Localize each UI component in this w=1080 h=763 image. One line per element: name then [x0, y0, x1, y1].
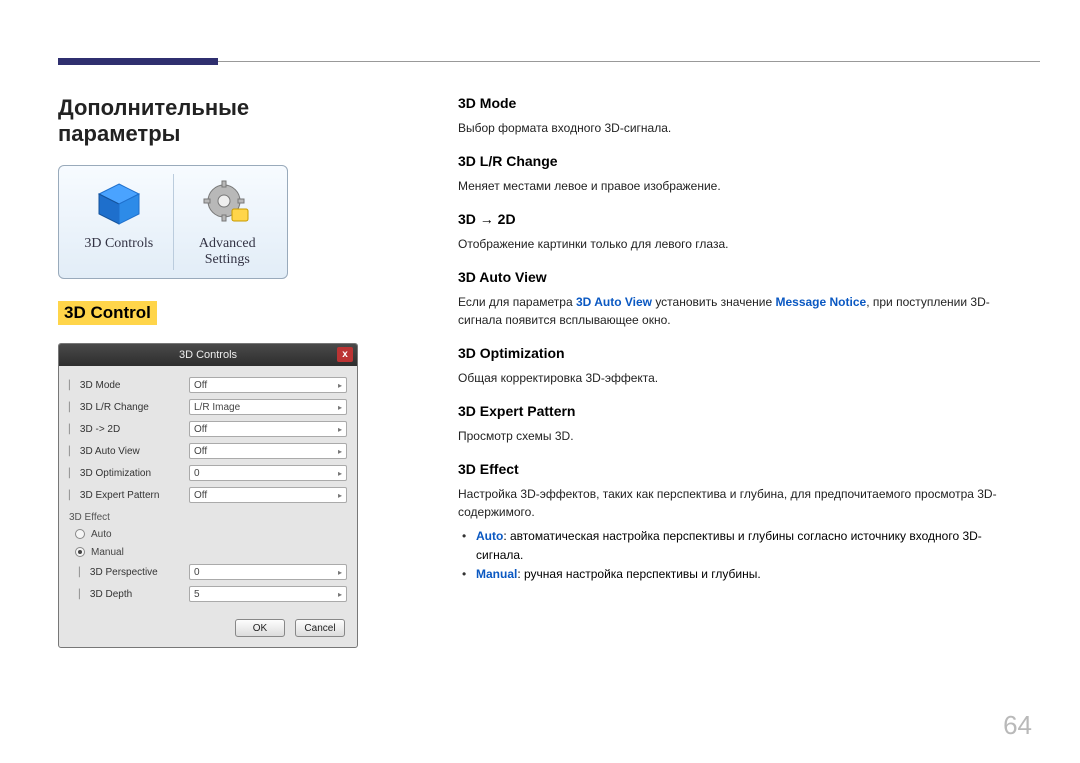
thumb-advanced-settings[interactable]: Advanced Settings — [174, 172, 282, 272]
dialog-title: 3D Controls — [179, 349, 237, 361]
page-title: Дополнительные параметры — [58, 95, 358, 147]
right-column: 3D Mode Выбор формата входного 3D-сигнал… — [458, 95, 1018, 585]
select-3d-2d[interactable]: Off▸ — [189, 421, 347, 437]
desc-expert-pattern: Просмотр схемы 3D. — [458, 427, 1018, 445]
thumb-label-left: 3D Controls — [84, 236, 153, 252]
chevron-right-icon: ▸ — [338, 425, 342, 434]
header-accent — [58, 58, 218, 65]
keyword-manual: Manual — [476, 567, 517, 581]
row-lr-change: 3D L/R Change L/R Image▸ — [69, 396, 347, 418]
label-3d-2d: 3D -> 2D — [69, 424, 189, 435]
heading-lr-change: 3D L/R Change — [458, 153, 1018, 169]
row-3d-mode: 3D Mode Off▸ — [69, 374, 347, 396]
heading-3d-2d: 3D → 2D — [458, 211, 1018, 227]
heading-3d-effect: 3D Effect — [458, 461, 1018, 477]
keyword-auto: Auto — [476, 529, 503, 543]
row-3d-2d: 3D -> 2D Off▸ — [69, 418, 347, 440]
chevron-right-icon: ▸ — [338, 590, 342, 599]
chevron-right-icon: ▸ — [338, 381, 342, 390]
heading-auto-view: 3D Auto View — [458, 269, 1018, 285]
heading-3d-mode: 3D Mode — [458, 95, 1018, 111]
effect-bullets: Auto: автоматическая настройка перспекти… — [458, 527, 1018, 585]
heading-expert-pattern: 3D Expert Pattern — [458, 403, 1018, 419]
label-auto-view: 3D Auto View — [69, 446, 189, 457]
row-depth: 3D Depth 5▸ — [69, 583, 347, 605]
desc-3d-mode: Выбор формата входного 3D-сигнала. — [458, 119, 1018, 137]
label-3d-mode: 3D Mode — [69, 380, 189, 391]
radio-label-auto: Auto — [91, 529, 112, 540]
chevron-right-icon: ▸ — [338, 403, 342, 412]
thumb-3d-controls[interactable]: 3D Controls — [65, 172, 173, 272]
ok-button[interactable]: OK — [235, 619, 285, 637]
select-auto-view[interactable]: Off▸ — [189, 443, 347, 459]
chevron-right-icon: ▸ — [338, 568, 342, 577]
bullet-manual: Manual: ручная настройка перспективы и г… — [476, 565, 1018, 584]
radio-icon — [75, 547, 85, 557]
label-perspective: 3D Perspective — [69, 567, 189, 578]
section-heading-3d-control: 3D Control — [58, 301, 157, 325]
heading-optimization: 3D Optimization — [458, 345, 1018, 361]
dialog-3d-controls: 3D Controls x 3D Mode Off▸ 3D L/R Change… — [58, 343, 358, 648]
desc-lr-change: Меняет местами левое и правое изображени… — [458, 177, 1018, 195]
desc-optimization: Общая корректировка 3D-эффекта. — [458, 369, 1018, 387]
dialog-titlebar: 3D Controls x — [59, 344, 357, 366]
select-lr-change[interactable]: L/R Image▸ — [189, 399, 347, 415]
dialog-footer: OK Cancel — [59, 611, 357, 647]
label-optimization: 3D Optimization — [69, 468, 189, 479]
row-perspective: 3D Perspective 0▸ — [69, 561, 347, 583]
gear-icon — [197, 176, 257, 232]
close-icon[interactable]: x — [337, 347, 353, 362]
radio-icon — [75, 529, 85, 539]
label-expert-pattern: 3D Expert Pattern — [69, 490, 189, 501]
desc-3d-effect: Настройка 3D-эффектов, таких как перспек… — [458, 485, 1018, 521]
bullet-auto: Auto: автоматическая настройка перспекти… — [476, 527, 1018, 565]
keyword-message-notice: Message Notice — [775, 295, 866, 309]
select-depth[interactable]: 5▸ — [189, 586, 347, 602]
radio-manual[interactable]: Manual — [69, 543, 347, 561]
label-depth: 3D Depth — [69, 589, 189, 600]
label-lr-change: 3D L/R Change — [69, 402, 189, 413]
desc-auto-view: Если для параметра 3D Auto View установи… — [458, 293, 1018, 329]
thumb-label-right: Advanced Settings — [176, 236, 280, 268]
radio-auto[interactable]: Auto — [69, 525, 347, 543]
row-auto-view: 3D Auto View Off▸ — [69, 440, 347, 462]
row-optimization: 3D Optimization 0▸ — [69, 462, 347, 484]
cancel-button[interactable]: Cancel — [295, 619, 345, 637]
page-number: 64 — [1003, 710, 1032, 741]
chevron-right-icon: ▸ — [338, 447, 342, 456]
chevron-right-icon: ▸ — [338, 469, 342, 478]
thumb-panel: 3D Controls Advanced Settings — [58, 165, 288, 279]
select-expert-pattern[interactable]: Off▸ — [189, 487, 347, 503]
select-3d-mode[interactable]: Off▸ — [189, 377, 347, 393]
row-expert-pattern: 3D Expert Pattern Off▸ — [69, 484, 347, 506]
label-3d-effect: 3D Effect — [69, 512, 347, 523]
select-optimization[interactable]: 0▸ — [189, 465, 347, 481]
chevron-right-icon: ▸ — [338, 491, 342, 500]
dialog-body: 3D Mode Off▸ 3D L/R Change L/R Image▸ 3D… — [59, 366, 357, 611]
cube-icon — [89, 176, 149, 232]
keyword-3d-auto-view: 3D Auto View — [576, 295, 652, 309]
desc-3d-2d: Отображение картинки только для левого г… — [458, 235, 1018, 253]
select-perspective[interactable]: 0▸ — [189, 564, 347, 580]
left-column: Дополнительные параметры 3D Controls — [58, 95, 358, 648]
radio-label-manual: Manual — [91, 547, 124, 558]
